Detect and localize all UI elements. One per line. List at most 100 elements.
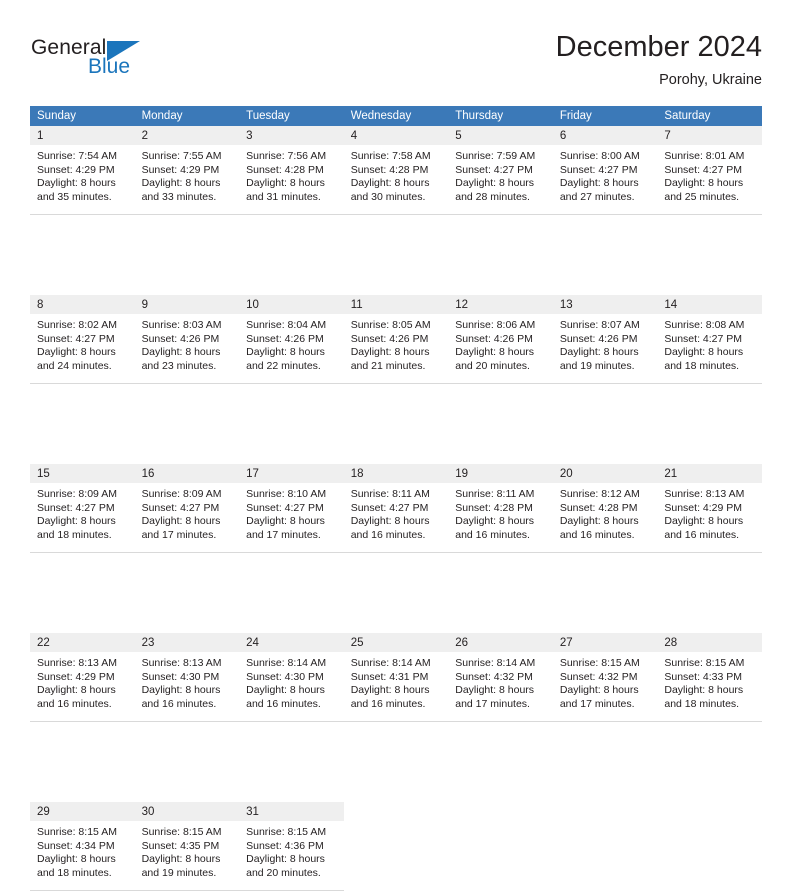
page-title: December 2024: [555, 31, 762, 63]
general-blue-logo[interactable]: General Blue: [31, 36, 181, 82]
sunset-time: Sunset: 4:27 PM: [37, 501, 115, 514]
calendar-day-cell[interactable]: 4 Sunrise: 7:58 AM Sunset: 4:28 PM Daylight…: [343, 126, 449, 215]
week-row-spacer: [30, 384, 762, 464]
week-row-spacer-cell: [30, 384, 762, 464]
calendar-day-cell[interactable]: 17 Sunrise: 8:10 AM Sunset: 4:27 PM Dayligh…: [239, 464, 344, 553]
weekday-header-monday: Monday: [134, 106, 240, 126]
sunset-time: Sunset: 4:29 PM: [141, 163, 220, 176]
calendar-day-cell[interactable]: 9 Sunrise: 8:03 AM Sunset: 4:26 PM Daylight…: [134, 295, 240, 384]
calendar-day-cell[interactable]: 14 Sunrise: 8:08 AM Sunset: 4:27 PM Dayligh…: [657, 295, 762, 384]
daylight-duration-line1: Daylight: 8 hours: [246, 684, 325, 697]
calendar-day-cell[interactable]: 10 Sunrise: 8:04 AM Sunset: 4:26 PM Dayligh…: [239, 295, 344, 384]
sunrise-time: Sunrise: 8:14 AM: [350, 657, 431, 669]
daylight-duration-line2: and 24 minutes.: [37, 359, 112, 372]
daylight-duration-line2: and 22 minutes.: [246, 359, 321, 372]
daylight-duration-line2: and 18 minutes.: [664, 359, 740, 372]
calendar-day-cell[interactable]: 5 Sunrise: 7:59 AM Sunset: 4:27 PM Daylight…: [448, 126, 553, 215]
daylight-duration-line2: and 16 minutes.: [455, 528, 530, 541]
day-cell-inner: 13 Sunrise: 8:07 AM Sunset: 4:26 PM Dayligh…: [552, 295, 658, 384]
day-number: 4: [343, 126, 449, 145]
calendar-day-cell[interactable]: 25 Sunrise: 8:14 AM Sunset: 4:31 PM Dayligh…: [343, 633, 449, 722]
daylight-duration-line2: and 23 minutes.: [141, 359, 217, 372]
sunset-time: Sunset: 4:27 PM: [664, 332, 743, 345]
calendar-empty-cell: [344, 802, 449, 891]
calendar-page: General Blue December 2024 Porohy, Ukrai…: [0, 0, 792, 891]
day-number: 19: [448, 464, 553, 483]
calendar-day-cell[interactable]: 12 Sunrise: 8:06 AM Sunset: 4:26 PM Dayligh…: [448, 295, 553, 384]
calendar-day-cell[interactable]: 19 Sunrise: 8:11 AM Sunset: 4:28 PM Dayligh…: [448, 464, 553, 553]
sunset-time: Sunset: 4:27 PM: [37, 332, 115, 345]
logo-text-blue: Blue: [88, 55, 131, 78]
calendar-day-cell[interactable]: 23 Sunrise: 8:13 AM Sunset: 4:30 PM Dayligh…: [134, 633, 240, 722]
sunrise-time: Sunrise: 8:15 AM: [664, 657, 745, 669]
sunset-time: Sunset: 4:27 PM: [350, 501, 429, 514]
daylight-duration-line1: Daylight: 8 hours: [350, 684, 430, 697]
calendar-day-cell[interactable]: 11 Sunrise: 8:05 AM Sunset: 4:26 PM Dayligh…: [343, 295, 449, 384]
calendar-day-cell[interactable]: 22 Sunrise: 8:13 AM Sunset: 4:29 PM Dayligh…: [30, 633, 135, 722]
day-number: 7: [657, 126, 762, 145]
sunset-time: Sunset: 4:36 PM: [246, 839, 324, 852]
calendar-day-cell[interactable]: 21 Sunrise: 8:13 AM Sunset: 4:29 PM Dayligh…: [657, 464, 762, 553]
daylight-duration-line2: and 27 minutes.: [559, 190, 635, 203]
calendar-day-cell[interactable]: 18 Sunrise: 8:11 AM Sunset: 4:27 PM Dayligh…: [343, 464, 449, 553]
sunrise-time: Sunrise: 8:13 AM: [37, 657, 117, 669]
day-details: Sunrise: 8:04 AM Sunset: 4:26 PM Daylight:…: [239, 314, 344, 373]
daylight-duration-line1: Daylight: 8 hours: [246, 853, 325, 866]
week-row-spacer: [30, 553, 762, 633]
sunrise-time: Sunrise: 8:03 AM: [141, 319, 222, 331]
calendar-day-cell[interactable]: 15 Sunrise: 8:09 AM Sunset: 4:27 PM Dayligh…: [30, 464, 135, 553]
calendar-day-cell[interactable]: 13 Sunrise: 8:07 AM Sunset: 4:26 PM Dayligh…: [552, 295, 658, 384]
sunrise-time: Sunrise: 8:09 AM: [37, 488, 117, 500]
daylight-duration-line1: Daylight: 8 hours: [37, 853, 116, 866]
day-details: Sunrise: 8:00 AM Sunset: 4:27 PM Daylight:…: [553, 145, 658, 204]
weekday-header-sunday: Sunday: [30, 106, 135, 126]
day-details: Sunrise: 8:14 AM Sunset: 4:30 PM Daylight:…: [239, 652, 344, 711]
day-number: 16: [134, 464, 240, 483]
sunrise-time: Sunrise: 8:14 AM: [455, 657, 536, 669]
calendar-day-cell[interactable]: 16 Sunrise: 8:09 AM Sunset: 4:27 PM Dayligh…: [134, 464, 240, 553]
calendar-day-cell[interactable]: 7 Sunrise: 8:01 AM Sunset: 4:27 PM Daylight…: [657, 126, 762, 215]
day-number: 12: [448, 295, 553, 314]
day-cell-inner: 7 Sunrise: 8:01 AM Sunset: 4:27 PM Daylight…: [657, 126, 762, 215]
calendar-day-cell[interactable]: 26 Sunrise: 8:14 AM Sunset: 4:32 PM Dayligh…: [448, 633, 553, 722]
day-details: Sunrise: 7:54 AM Sunset: 4:29 PM Daylight:…: [30, 145, 135, 204]
daylight-duration-line2: and 16 minutes.: [246, 697, 321, 710]
day-number: 24: [239, 633, 344, 652]
day-number: 9: [134, 295, 240, 314]
calendar-day-cell[interactable]: 27 Sunrise: 8:15 AM Sunset: 4:32 PM Dayligh…: [552, 633, 658, 722]
day-cell-inner: 20 Sunrise: 8:12 AM Sunset: 4:28 PM Dayligh…: [552, 464, 658, 553]
day-details: Sunrise: 8:06 AM Sunset: 4:26 PM Daylight:…: [448, 314, 553, 373]
daylight-duration-line1: Daylight: 8 hours: [455, 177, 535, 190]
calendar-day-cell[interactable]: 29 Sunrise: 8:15 AM Sunset: 4:34 PM Dayligh…: [30, 802, 135, 891]
daylight-duration-line1: Daylight: 8 hours: [350, 346, 430, 359]
calendar-day-cell[interactable]: 2 Sunrise: 7:55 AM Sunset: 4:29 PM Daylight…: [134, 126, 240, 215]
day-cell-inner: 25 Sunrise: 8:14 AM Sunset: 4:31 PM Dayligh…: [343, 633, 449, 722]
sunrise-time: Sunrise: 8:08 AM: [664, 319, 745, 331]
daylight-duration-line1: Daylight: 8 hours: [141, 853, 221, 866]
day-number: 17: [239, 464, 344, 483]
page-header: General Blue December 2024 Porohy, Ukrai…: [0, 0, 792, 100]
calendar-day-cell[interactable]: 24 Sunrise: 8:14 AM Sunset: 4:30 PM Dayligh…: [239, 633, 344, 722]
calendar-day-cell[interactable]: 28 Sunrise: 8:15 AM Sunset: 4:33 PM Dayligh…: [657, 633, 762, 722]
calendar-day-cell[interactable]: 3 Sunrise: 7:56 AM Sunset: 4:28 PM Daylight…: [239, 126, 344, 215]
calendar-day-cell[interactable]: 1 Sunrise: 7:54 AM Sunset: 4:29 PM Daylight…: [30, 126, 135, 215]
day-number: 8: [30, 295, 135, 314]
calendar-day-cell[interactable]: 8 Sunrise: 8:02 AM Sunset: 4:27 PM Daylight…: [30, 295, 135, 384]
daylight-duration-line2: and 17 minutes.: [455, 697, 530, 710]
weekday-header-tuesday: Tuesday: [239, 106, 344, 126]
calendar-day-cell[interactable]: 30 Sunrise: 8:15 AM Sunset: 4:35 PM Dayligh…: [134, 802, 240, 891]
day-details: Sunrise: 8:15 AM Sunset: 4:35 PM Daylight:…: [135, 821, 240, 880]
daylight-duration-line1: Daylight: 8 hours: [37, 177, 116, 190]
day-number: 29: [30, 802, 135, 821]
week-row-spacer-cell: [30, 553, 762, 633]
daylight-duration-line2: and 18 minutes.: [664, 697, 740, 710]
calendar-day-cell[interactable]: 31 Sunrise: 8:15 AM Sunset: 4:36 PM Dayligh…: [239, 802, 344, 891]
calendar-day-cell[interactable]: 6 Sunrise: 8:00 AM Sunset: 4:27 PM Daylight…: [552, 126, 658, 215]
daylight-duration-line2: and 25 minutes.: [664, 190, 740, 203]
title-block: December 2024 Porohy, Ukraine: [556, 30, 762, 90]
day-cell-inner: 2 Sunrise: 7:55 AM Sunset: 4:29 PM Daylight…: [134, 126, 240, 215]
day-number: 11: [343, 295, 449, 314]
day-cell-inner: 19 Sunrise: 8:11 AM Sunset: 4:28 PM Dayligh…: [448, 464, 553, 553]
calendar-body: 1 Sunrise: 7:54 AM Sunset: 4:29 PM Daylight…: [30, 126, 762, 891]
calendar-day-cell[interactable]: 20 Sunrise: 8:12 AM Sunset: 4:28 PM Dayligh…: [552, 464, 658, 553]
